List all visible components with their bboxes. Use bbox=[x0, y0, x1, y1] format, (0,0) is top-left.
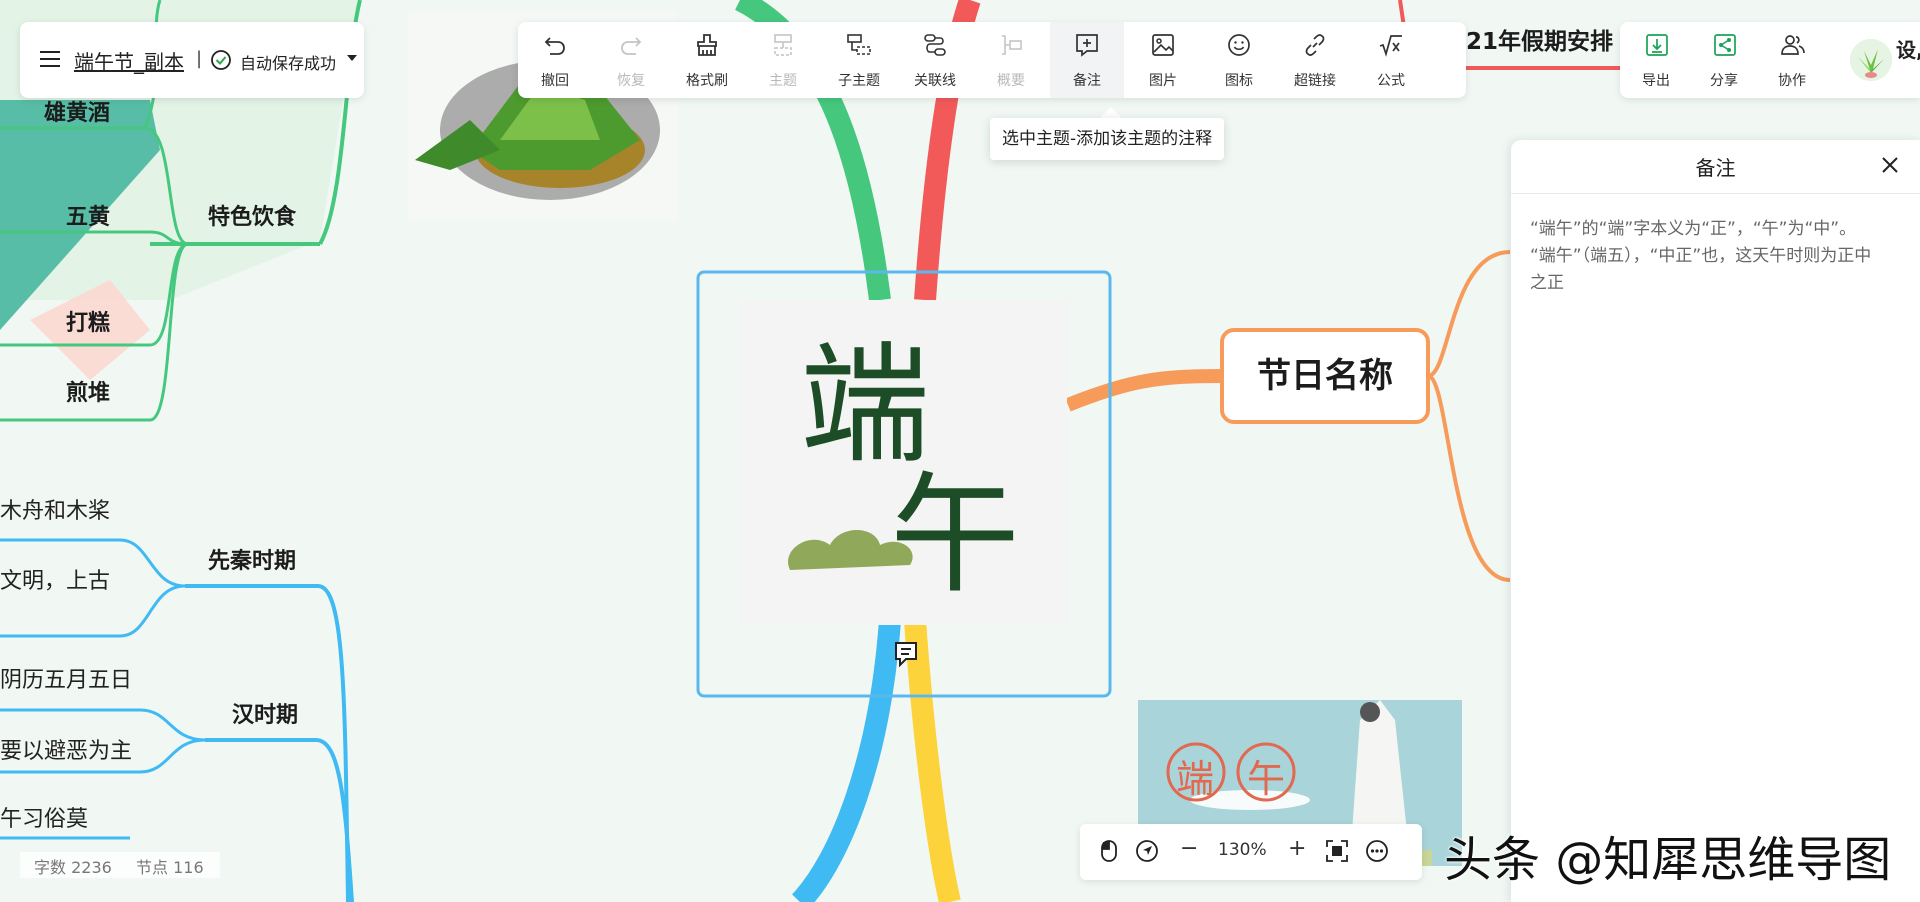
title-separator: | bbox=[196, 48, 203, 69]
locate-icon[interactable] bbox=[1134, 838, 1160, 864]
node-pre-qin[interactable]: 先秦时期 bbox=[208, 548, 296, 576]
menu-icon[interactable] bbox=[38, 49, 62, 69]
topic-icon bbox=[774, 34, 792, 56]
redo-icon bbox=[621, 37, 642, 55]
zoom-level: 130% bbox=[1218, 840, 1267, 860]
user-avatar[interactable] bbox=[1850, 39, 1892, 81]
link-icon bbox=[1305, 34, 1325, 56]
close-icon[interactable] bbox=[1879, 154, 1901, 176]
collaborate-icon bbox=[1781, 35, 1805, 55]
node-holiday-schedule[interactable]: 21年假期安排 bbox=[1466, 28, 1613, 56]
truncated-text: 设, bbox=[1896, 38, 1920, 62]
share-icon bbox=[1714, 34, 1736, 56]
node-civilization[interactable]: 文明，上古 bbox=[0, 568, 110, 596]
emoji-button[interactable]: 图标 bbox=[1202, 22, 1276, 98]
zoom-bar: − 130% + bbox=[1080, 824, 1422, 880]
stamp-char-duan: 端 bbox=[1176, 757, 1215, 801]
undo-button[interactable]: 撤回 bbox=[518, 22, 592, 98]
redo-button[interactable]: 恢复 bbox=[594, 22, 668, 98]
node-five-yellows[interactable]: 五黄 bbox=[66, 204, 110, 232]
format-brush-button[interactable]: 格式刷 bbox=[670, 22, 744, 98]
fit-screen-icon[interactable] bbox=[1324, 838, 1350, 864]
node-count: 节点 116 bbox=[136, 858, 204, 877]
zoom-out-button[interactable]: − bbox=[1180, 836, 1198, 861]
auspicious-cloud-icon bbox=[788, 530, 913, 570]
note-line-3: 之正 bbox=[1530, 273, 1564, 293]
node-festival-name[interactable]: 节日名称 bbox=[1222, 355, 1428, 397]
node-lunar-may-fifth[interactable]: 阴历五月五日 bbox=[0, 667, 132, 695]
subtopic-icon bbox=[847, 34, 871, 55]
note-button[interactable]: 备注 bbox=[1050, 22, 1124, 98]
file-bar: 端午节_副本 | 自动保存成功 bbox=[20, 22, 364, 98]
node-special-food[interactable]: 特色饮食 bbox=[208, 204, 296, 232]
image-icon bbox=[1152, 34, 1174, 56]
formula-button[interactable]: 公式 bbox=[1354, 22, 1428, 98]
check-circle-icon bbox=[211, 50, 231, 70]
note-marker-icon[interactable] bbox=[892, 640, 920, 668]
top-right-bar: 导出 分享 协作 设, bbox=[1620, 22, 1920, 98]
note-tooltip: 选中主题-添加该主题的注释 bbox=[990, 118, 1225, 160]
export-icon bbox=[1646, 34, 1668, 56]
main-toolbar: 撤回 恢复 格式刷 主题 子主题 关联线 概要 备注 图片 图标 超链接 公式 bbox=[518, 22, 1466, 98]
node-avoid-evil[interactable]: 要以避恶为主 bbox=[0, 738, 132, 766]
zoom-in-button[interactable]: + bbox=[1288, 836, 1306, 861]
document-stats: 字数 2236 节点 116 bbox=[20, 852, 220, 878]
topic-button[interactable]: 主题 bbox=[746, 22, 820, 98]
node-realgar-wine[interactable]: 雄黄酒 bbox=[44, 100, 110, 128]
caret-down-icon[interactable] bbox=[346, 52, 358, 64]
node-custom[interactable]: 午习俗莫 bbox=[0, 806, 88, 834]
notes-title: 备注 bbox=[1695, 156, 1736, 180]
relation-line-icon bbox=[924, 34, 946, 56]
node-sesame-ball[interactable]: 煎堆 bbox=[66, 380, 110, 408]
stamp-char-wu: 午 bbox=[1247, 757, 1286, 801]
node-han-period[interactable]: 汉时期 bbox=[232, 702, 298, 730]
image-button[interactable]: 图片 bbox=[1126, 22, 1200, 98]
node-rice-cake[interactable]: 打糕 bbox=[66, 310, 110, 338]
mouse-mode-icon[interactable] bbox=[1096, 838, 1122, 864]
note-line-2: “端午”（端五），“中正”也，这天午时则为正中 bbox=[1530, 246, 1872, 266]
save-status: 自动保存成功 bbox=[240, 54, 337, 73]
collaborate-button[interactable]: 协作 bbox=[1762, 22, 1822, 98]
watermark: 头条 @知犀思维导图 bbox=[1444, 832, 1892, 888]
export-button[interactable]: 导出 bbox=[1626, 22, 1686, 98]
undo-icon bbox=[544, 37, 565, 55]
notes-panel: 备注 “端午”的“端”字本义为“正”，“午”为“中”。 “端午”（端五），“中正… bbox=[1511, 140, 1920, 902]
note-line-1: “端午”的“端”字本义为“正”，“午”为“中”。 bbox=[1530, 219, 1857, 239]
emoji-icon bbox=[1228, 34, 1250, 56]
share-button[interactable]: 分享 bbox=[1694, 22, 1754, 98]
summary-button[interactable]: 概要 bbox=[974, 22, 1048, 98]
subtopic-button[interactable]: 子主题 bbox=[822, 22, 896, 98]
format-brush-icon bbox=[697, 34, 717, 56]
document-title[interactable]: 端午节_副本 bbox=[74, 46, 184, 75]
word-count: 字数 2236 bbox=[34, 858, 112, 877]
notes-editor[interactable]: “端午”的“端”字本义为“正”，“午”为“中”。 “端午”（端五），“中正”也，… bbox=[1511, 194, 1920, 902]
note-icon bbox=[1076, 34, 1098, 57]
hyperlink-button[interactable]: 超链接 bbox=[1278, 22, 1352, 98]
node-wooden-boat[interactable]: 木舟和木桨 bbox=[0, 498, 110, 526]
more-options-icon[interactable] bbox=[1364, 838, 1390, 864]
summary-icon bbox=[1002, 35, 1022, 55]
relation-line-button[interactable]: 关联线 bbox=[898, 22, 972, 98]
avatar-plant-icon bbox=[1850, 39, 1892, 81]
formula-icon bbox=[1379, 35, 1402, 57]
